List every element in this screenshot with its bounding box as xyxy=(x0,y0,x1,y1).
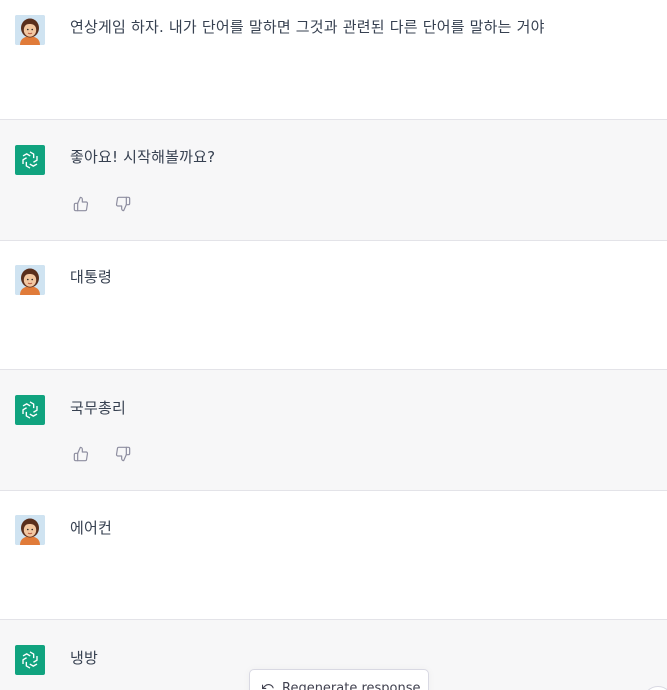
message-text: 대통령 xyxy=(70,268,113,286)
thumbs-up-icon[interactable] xyxy=(72,195,90,213)
user-message: 대통령 xyxy=(0,241,667,370)
message-text: 냉방 xyxy=(70,649,99,667)
chat-thread: 연상게임 하자. 내가 단어를 말하면 그것과 관련된 다른 단어를 말하는 거… xyxy=(0,0,667,690)
feedback-buttons xyxy=(72,445,132,463)
message-text: 국무총리 xyxy=(70,399,127,417)
message-text: 연상게임 하자. 내가 단어를 말하면 그것과 관련된 다른 단어를 말하는 거… xyxy=(70,18,545,36)
user-avatar-icon xyxy=(15,515,45,545)
assistant-message: 국무총리 xyxy=(0,370,667,491)
refresh-icon xyxy=(262,683,275,690)
user-avatar-icon xyxy=(15,15,45,45)
thumbs-up-icon[interactable] xyxy=(72,445,90,463)
message-text: 에어컨 xyxy=(70,519,113,537)
openai-logo-icon xyxy=(15,645,45,675)
message-text: 좋아요! 시작해볼까요? xyxy=(70,148,216,166)
regenerate-response-button[interactable]: Regenerate response xyxy=(249,669,429,690)
feedback-buttons xyxy=(72,195,132,213)
assistant-message: 좋아요! 시작해볼까요? xyxy=(0,120,667,241)
openai-logo-icon xyxy=(15,395,45,425)
user-avatar-icon xyxy=(15,265,45,295)
thumbs-down-icon[interactable] xyxy=(114,445,132,463)
regenerate-label: Regenerate response xyxy=(282,681,421,690)
user-message: 연상게임 하자. 내가 단어를 말하면 그것과 관련된 다른 단어를 말하는 거… xyxy=(0,0,667,120)
thumbs-down-icon[interactable] xyxy=(114,195,132,213)
openai-logo-icon xyxy=(15,145,45,175)
user-message: 에어컨 xyxy=(0,491,667,620)
